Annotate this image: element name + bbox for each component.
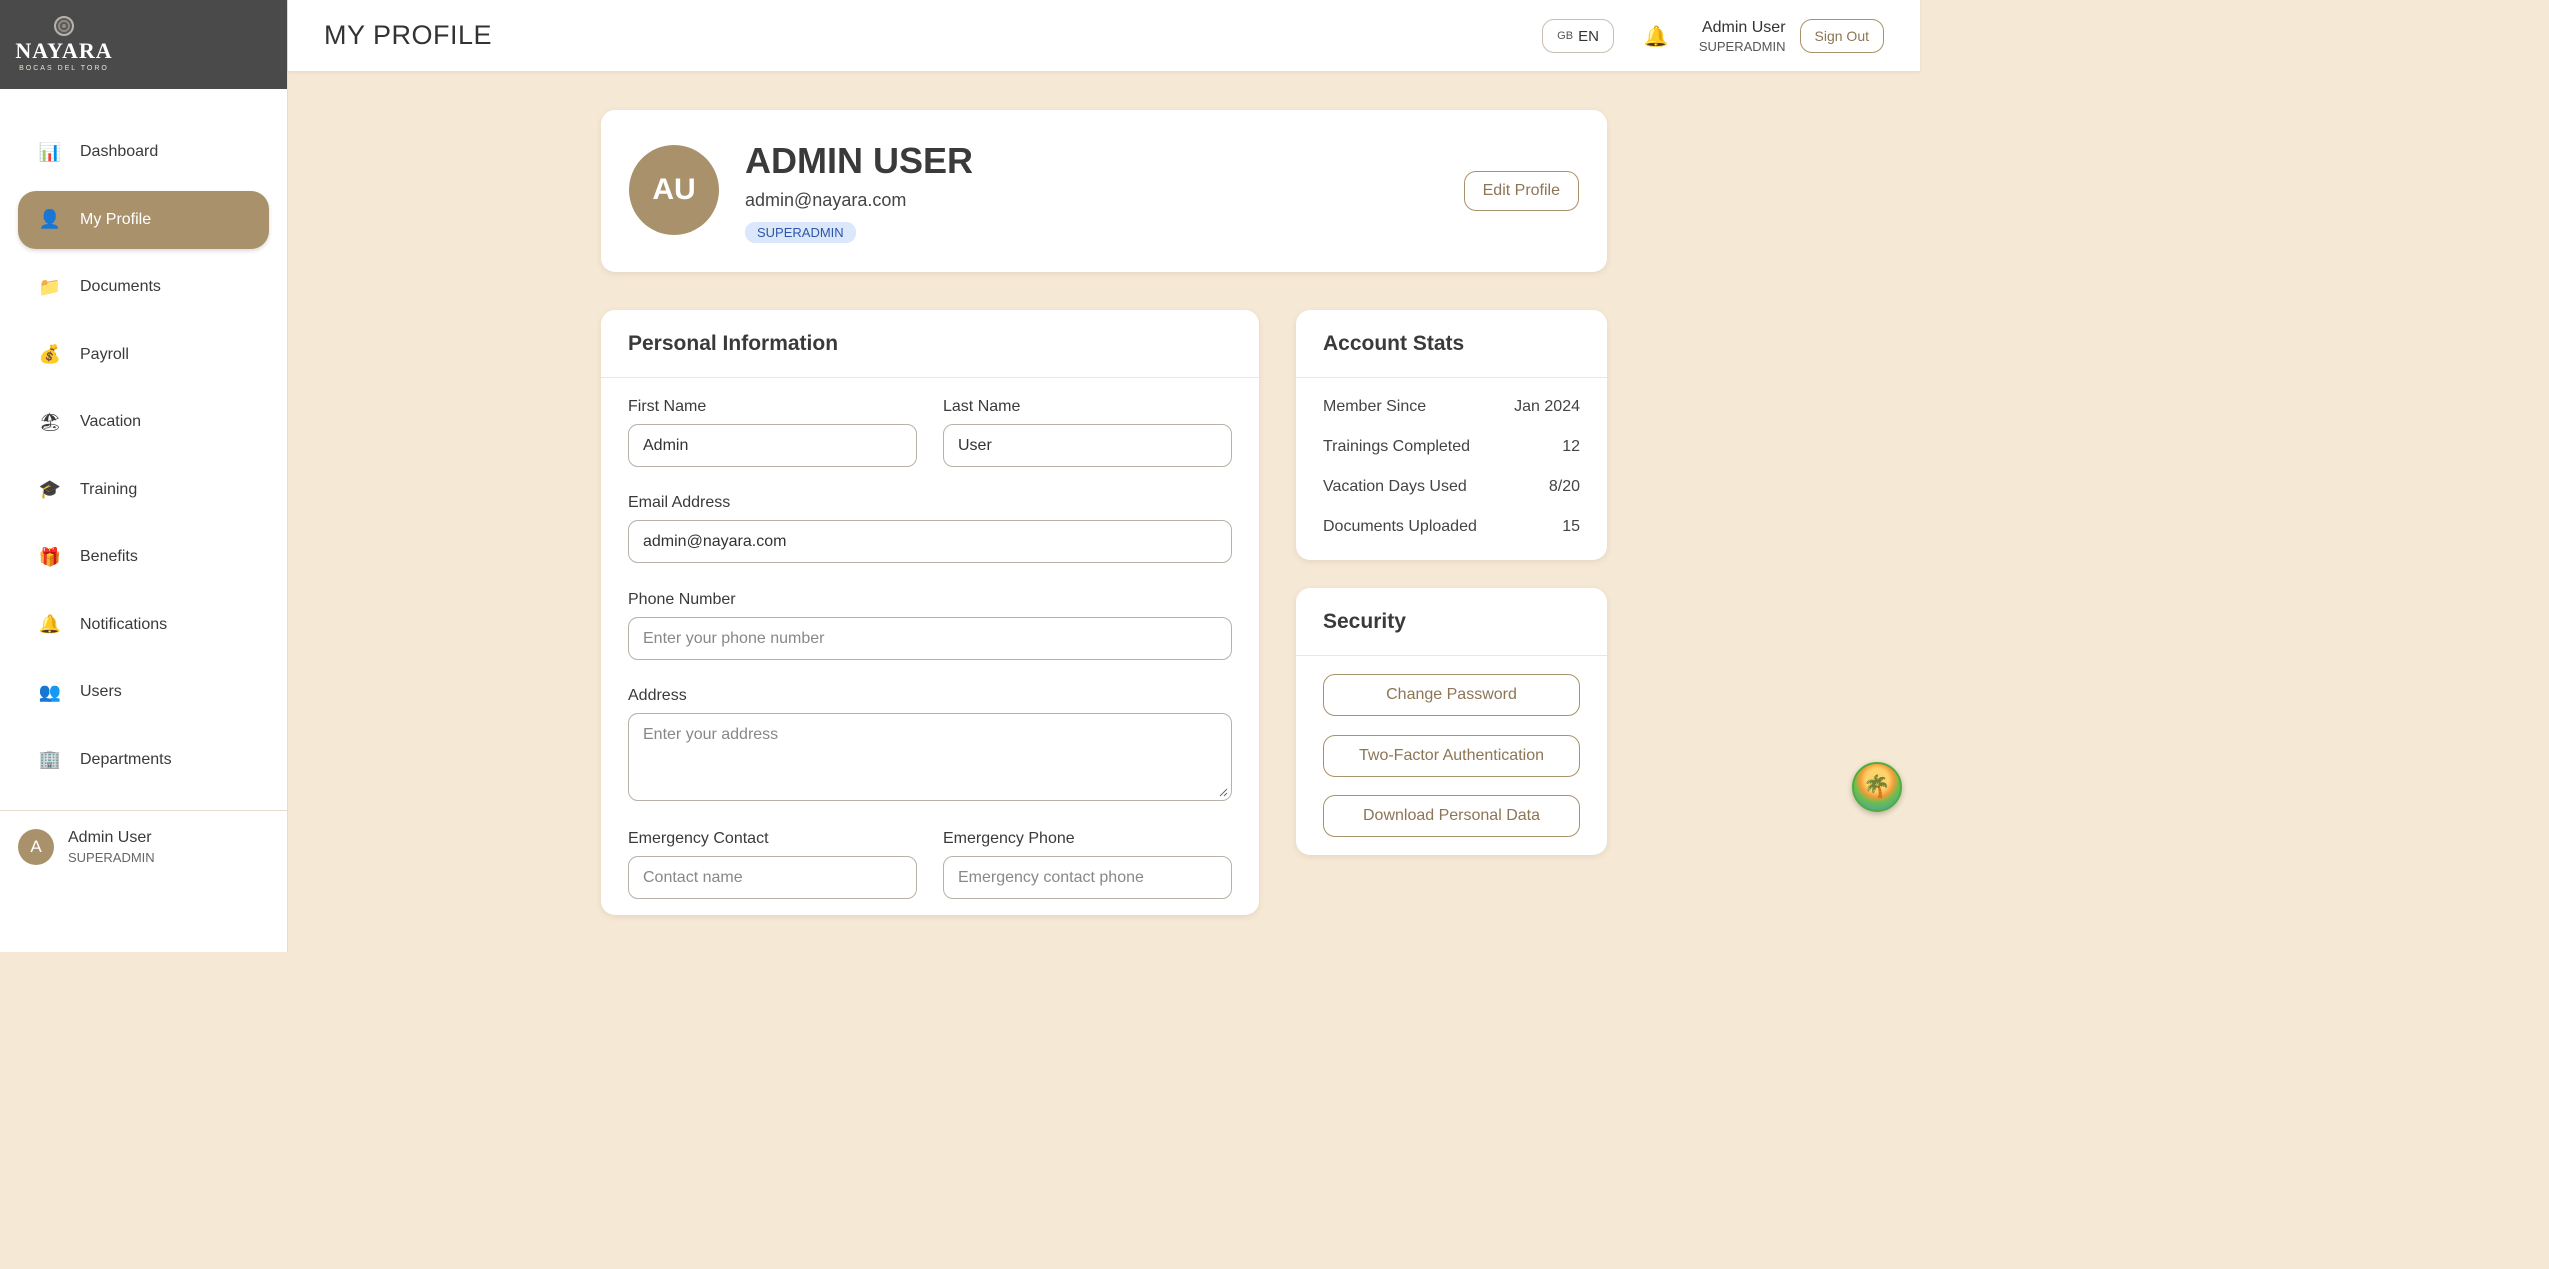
sidebar-item-label: Users xyxy=(80,683,122,700)
sidebar-item-dashboard[interactable]: 📊 Dashboard xyxy=(18,123,269,181)
last-name-label: Last Name xyxy=(943,398,1021,415)
account-stats-card: Account Stats Member Since Jan 2024 Trai… xyxy=(1296,310,1607,560)
gift-icon: 🎁 xyxy=(38,546,62,567)
profile-name: ADMIN USER xyxy=(745,140,974,181)
sidebar-item-training[interactable]: 🎓 Training xyxy=(18,461,269,519)
stat-value: Jan 2024 xyxy=(1514,398,1580,415)
first-name-field[interactable]: Admin xyxy=(628,424,917,467)
personal-information-card: Personal Information First Name Admin La… xyxy=(601,310,1259,915)
stat-value: 15 xyxy=(1562,518,1580,535)
first-name-label: First Name xyxy=(628,398,707,415)
header-actions: GB EN 🔔 Admin User SUPERADMIN Sign Out xyxy=(1542,0,1884,72)
sidebar-item-label: My Profile xyxy=(80,210,152,228)
sidebar-user-role: SUPERADMIN xyxy=(68,850,155,865)
sidebar-item-payroll[interactable]: 💰 Payroll xyxy=(18,326,269,384)
stat-label: Vacation Days Used xyxy=(1323,478,1467,495)
personal-information-title: Personal Information xyxy=(601,310,1259,378)
security-card: Security Change Password Two-Factor Auth… xyxy=(1296,588,1607,855)
emergency-phone-field[interactable]: Emergency contact phone xyxy=(943,856,1232,899)
address-label: Address xyxy=(628,687,687,704)
stat-label: Trainings Completed xyxy=(1323,438,1471,455)
brand-logo[interactable]: NAYARA BOCAS DEL TORO xyxy=(15,16,113,74)
stat-row: Vacation Days Used 8/20 xyxy=(1323,478,1580,496)
bell-icon: 🔔 xyxy=(38,614,62,634)
notifications-bell-icon[interactable]: 🔔 xyxy=(1644,24,1669,49)
header-user-role: SUPERADMIN xyxy=(1698,38,1786,54)
stat-row: Member Since Jan 2024 xyxy=(1323,398,1580,416)
sidebar-item-vacation[interactable]: 🏖 Vacation xyxy=(18,393,269,451)
emergency-contact-label: Emergency Contact xyxy=(628,830,769,847)
address-field[interactable]: Enter your address xyxy=(628,713,1232,801)
download-personal-data-button[interactable]: Download Personal Data xyxy=(1323,795,1580,837)
phone-field[interactable]: Enter your phone number xyxy=(628,617,1232,660)
bar-chart-icon: 📊 xyxy=(38,141,62,162)
sidebar-item-label: Benefits xyxy=(80,548,138,565)
page-title: MY PROFILE xyxy=(324,20,493,50)
sidebar-item-departments[interactable]: 🏢 Departments xyxy=(18,731,269,789)
users-icon: 👥 xyxy=(38,681,62,702)
sidebar-nav: 📊 Dashboard 👤 My Profile 📁 Documents 💰 P… xyxy=(0,89,287,789)
sidebar-item-documents[interactable]: 📁 Documents xyxy=(18,258,269,316)
assistant-fab-button[interactable]: 🌴 xyxy=(1852,762,1902,812)
stat-value: 12 xyxy=(1562,438,1580,455)
phone-label: Phone Number xyxy=(628,591,736,608)
building-icon: 🏢 xyxy=(38,749,62,769)
stat-value: 8/20 xyxy=(1548,478,1580,495)
stat-label: Documents Uploaded xyxy=(1323,518,1477,535)
brand-header: NAYARA BOCAS DEL TORO xyxy=(0,0,287,89)
sidebar-item-benefits[interactable]: 🎁 Benefits xyxy=(18,528,269,586)
profile-avatar: AU xyxy=(629,145,719,235)
change-password-button[interactable]: Change Password xyxy=(1323,674,1580,716)
sidebar-item-label: Vacation xyxy=(80,413,142,430)
email-label: Email Address xyxy=(628,494,731,511)
email-field[interactable]: admin@nayara.com xyxy=(628,520,1232,563)
stat-row: Trainings Completed 12 xyxy=(1323,438,1580,456)
two-factor-auth-button[interactable]: Two-Factor Authentication xyxy=(1323,735,1580,777)
flag-gb-icon: GB xyxy=(1557,30,1574,42)
security-title: Security xyxy=(1296,588,1607,656)
sign-out-button[interactable]: Sign Out xyxy=(1799,19,1884,53)
header-user-info: Admin User SUPERADMIN xyxy=(1699,19,1786,54)
emergency-phone-label: Emergency Phone xyxy=(943,830,1075,847)
graduation-cap-icon: 🎓 xyxy=(38,479,62,499)
avatar: A xyxy=(18,829,54,865)
folder-icon: 📁 xyxy=(38,276,62,297)
sidebar-item-my-profile[interactable]: 👤 My Profile xyxy=(18,190,269,249)
sidebar-item-label: Payroll xyxy=(80,345,129,363)
profile-summary-card: AU ADMIN USER admin@nayara.com SUPERADMI… xyxy=(601,110,1607,272)
sidebar: NAYARA BOCAS DEL TORO 📊 Dashboard 👤 My P… xyxy=(0,0,288,952)
sidebar-item-label: Dashboard xyxy=(80,143,159,160)
money-bag-icon: 💰 xyxy=(38,344,62,364)
role-badge: SUPERADMIN xyxy=(745,222,856,243)
sidebar-item-label: Training xyxy=(80,480,138,498)
header-user-name: Admin User xyxy=(1701,18,1786,36)
account-stats-title: Account Stats xyxy=(1296,310,1607,378)
profile-email: admin@nayara.com xyxy=(745,190,907,210)
sidebar-item-label: Notifications xyxy=(80,615,168,633)
brand-subtitle: BOCAS DEL TORO xyxy=(19,65,109,72)
last-name-field[interactable]: User xyxy=(943,424,1232,467)
brand-name: NAYARA xyxy=(15,38,113,63)
beach-icon: 🏖 xyxy=(38,411,62,432)
stat-row: Documents Uploaded 15 xyxy=(1323,518,1580,536)
emergency-contact-field[interactable]: Contact name xyxy=(628,856,917,899)
address-placeholder: Enter your address xyxy=(643,726,779,743)
top-header: MY PROFILE GB EN 🔔 Admin User SUPERADMIN… xyxy=(288,0,1920,72)
sidebar-item-label: Documents xyxy=(80,278,161,295)
stat-label: Member Since xyxy=(1323,398,1427,415)
user-icon: 👤 xyxy=(38,209,62,229)
palm-tree-icon: 🌴 xyxy=(1863,774,1891,799)
sidebar-item-users[interactable]: 👥 Users xyxy=(18,663,269,721)
sidebar-item-label: Departments xyxy=(80,750,172,768)
edit-profile-button[interactable]: Edit Profile xyxy=(1463,171,1579,211)
logo-emblem-icon xyxy=(54,16,74,36)
resize-grip-icon[interactable] xyxy=(1218,787,1228,797)
sidebar-item-notifications[interactable]: 🔔 Notifications xyxy=(18,596,269,654)
language-label: EN xyxy=(1578,27,1599,45)
sidebar-user-name: Admin User xyxy=(68,829,152,846)
sidebar-user-panel[interactable]: A Admin User SUPERADMIN xyxy=(0,810,287,883)
language-selector[interactable]: GB EN xyxy=(1542,19,1614,53)
